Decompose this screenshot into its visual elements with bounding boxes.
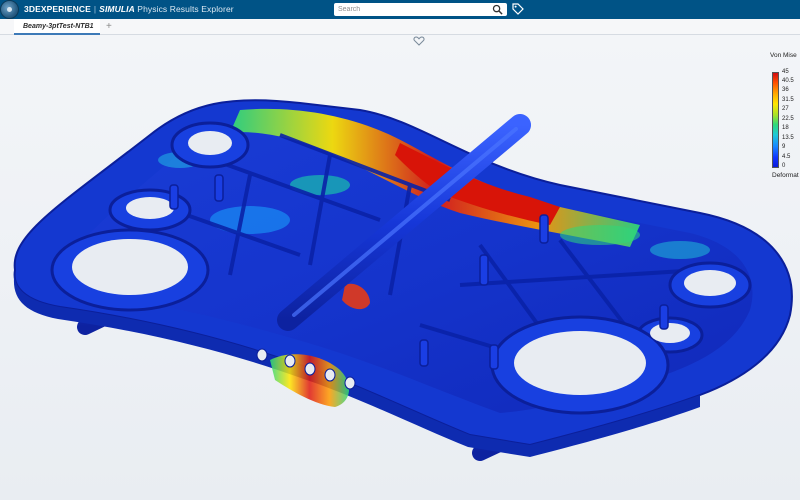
heart-icon[interactable] [413, 36, 425, 46]
legend-tick: 40.5 [782, 78, 794, 84]
legend-tick: 13.5 [782, 135, 794, 141]
legend-tick: 27 [782, 106, 789, 112]
tab-beamy-3pttest[interactable]: Beamy-3ptTest-NTB1 [14, 19, 100, 35]
tab-bar: Beamy-3ptTest-NTB1 + [0, 19, 800, 35]
tag-icon[interactable] [512, 3, 524, 15]
legend-tick: 18 [782, 125, 789, 131]
legend-tick: 31.5 [782, 97, 794, 103]
legend-tick: 22.5 [782, 116, 794, 122]
stress-model-render[interactable] [0, 35, 800, 500]
app-title: 3DEXPERIENCE | SIMULIA Physics Results Exp… [24, 4, 234, 14]
compass-icon[interactable] [0, 0, 19, 19]
brand-3dexperience: 3DEXPERIENCE [24, 4, 91, 14]
legend-tick: 0 [782, 163, 786, 169]
legend-tick: 45 [782, 69, 789, 75]
viewport-3d[interactable] [0, 35, 800, 500]
legend-title: Von Mise [770, 52, 797, 59]
brand-separator: | [93, 4, 97, 14]
add-tab-button[interactable]: + [106, 21, 112, 32]
legend-tick: 9 [782, 144, 786, 150]
legend-color-bar [772, 72, 779, 168]
search-icon[interactable] [492, 4, 503, 15]
top-bar: 3DEXPERIENCE | SIMULIA Physics Results Exp… [0, 0, 800, 19]
brand-simulia: SIMULIA [99, 4, 135, 14]
legend-tick: 36 [782, 87, 789, 93]
legend-tick: 4.5 [782, 154, 791, 160]
search-input[interactable] [334, 3, 507, 16]
brand-app-name: Physics Results Explorer [137, 4, 234, 14]
legend-footer: Deformat [772, 172, 799, 179]
